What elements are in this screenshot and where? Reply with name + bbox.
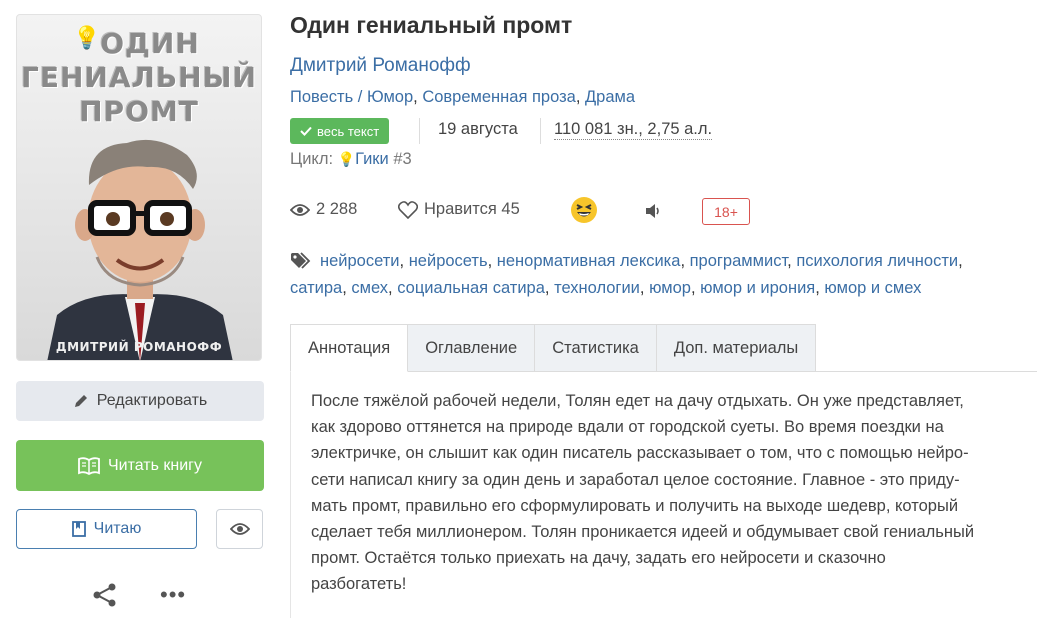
genre-list: Повесть / Юмор, Современная проза, Драма	[290, 88, 636, 106]
tab-statistics[interactable]: Статистика	[535, 324, 657, 372]
tag-link[interactable]: нейросеть	[409, 252, 488, 270]
check-icon	[300, 126, 312, 136]
book-cover[interactable]: 💡 ОДИН ГЕНИАЛЬНЫЙ ПРОМТ ДМИТРИЙ РОМАНОФФ	[16, 14, 262, 361]
laugh-emoji-icon[interactable]	[570, 196, 598, 224]
cover-author: ДМИТРИЙ РОМАНОФФ	[55, 340, 223, 354]
annotation-text: После тяжёлой рабочей недели, Толян едет…	[311, 392, 975, 594]
tag-link[interactable]: юмор и ирония	[700, 279, 815, 297]
divider	[540, 118, 541, 144]
tag-link[interactable]: психология личности	[796, 252, 958, 270]
tag-link[interactable]: юмор	[649, 279, 691, 297]
status-badge: весь текст	[290, 118, 390, 144]
tag-icon	[291, 252, 311, 269]
cycle-info: Цикл: 💡Гики #3	[290, 150, 412, 169]
genre-link[interactable]: Современная проза	[422, 88, 576, 106]
read-book-button[interactable]: Читать книгу	[16, 440, 264, 491]
like-button[interactable]: Нравится 45	[398, 200, 520, 219]
eye-icon	[229, 523, 250, 535]
tag-link[interactable]: нейросети	[320, 252, 400, 270]
reading-status-label: Читаю	[93, 520, 142, 537]
heart-icon	[398, 200, 418, 219]
tag-link[interactable]: юмор и смех	[824, 279, 921, 297]
publish-date: 19 августа	[438, 120, 518, 138]
genre-link[interactable]: Юмор	[367, 88, 413, 106]
more-icon[interactable]: •••	[160, 584, 186, 606]
tag-link[interactable]: сатира	[290, 279, 342, 297]
tag-list: нейросети, нейросеть, ненормативная лекс…	[290, 252, 963, 297]
views-counter: 2 288	[290, 200, 357, 219]
tab-contents[interactable]: Оглавление	[408, 324, 536, 372]
divider	[419, 118, 420, 144]
eye-icon	[290, 203, 310, 216]
pencil-icon	[74, 395, 87, 407]
cover-portrait	[47, 139, 233, 360]
speaker-icon[interactable]	[643, 201, 663, 221]
book-title: Один гениальный промт	[290, 12, 573, 38]
tab-extra-materials[interactable]: Доп. материалы	[656, 324, 817, 372]
author-link[interactable]: Дмитрий Романофф	[290, 55, 471, 77]
tab-bar: Аннотация Оглавление Статистика Доп. мат…	[290, 324, 1037, 372]
follow-button[interactable]	[216, 509, 263, 549]
lightbulb-icon: 💡	[337, 151, 356, 167]
age-rating-badge: 18+	[702, 198, 750, 225]
reading-status-button[interactable]: Читаю	[16, 509, 197, 549]
read-book-label: Читать книгу	[107, 456, 202, 474]
cover-title: ОДИН ГЕНИАЛЬНЫЙ ПРОМТ	[21, 27, 257, 128]
cycle-label: Цикл:	[290, 150, 334, 168]
genre-link[interactable]: Повесть	[290, 88, 353, 106]
book-open-icon	[78, 456, 100, 475]
bookmark-icon	[71, 521, 86, 537]
tag-link[interactable]: программист	[690, 252, 788, 270]
tag-link[interactable]: ненормативная лексика	[497, 252, 681, 270]
tag-link[interactable]: социальная сатира	[397, 279, 545, 297]
tag-link[interactable]: смех	[351, 279, 388, 297]
genre-link[interactable]: Драма	[585, 88, 635, 106]
cycle-link[interactable]: Гики	[355, 150, 389, 168]
tab-annotation[interactable]: Аннотация	[290, 324, 409, 372]
edit-button-label: Редактировать	[96, 392, 208, 409]
tag-link[interactable]: технологии	[554, 279, 640, 297]
edit-button[interactable]: Редактировать	[16, 381, 264, 421]
cycle-number: #3	[393, 150, 412, 168]
book-size[interactable]: 110 081 зн., 2,75 а.л.	[554, 120, 713, 140]
share-icon[interactable]	[92, 582, 118, 608]
